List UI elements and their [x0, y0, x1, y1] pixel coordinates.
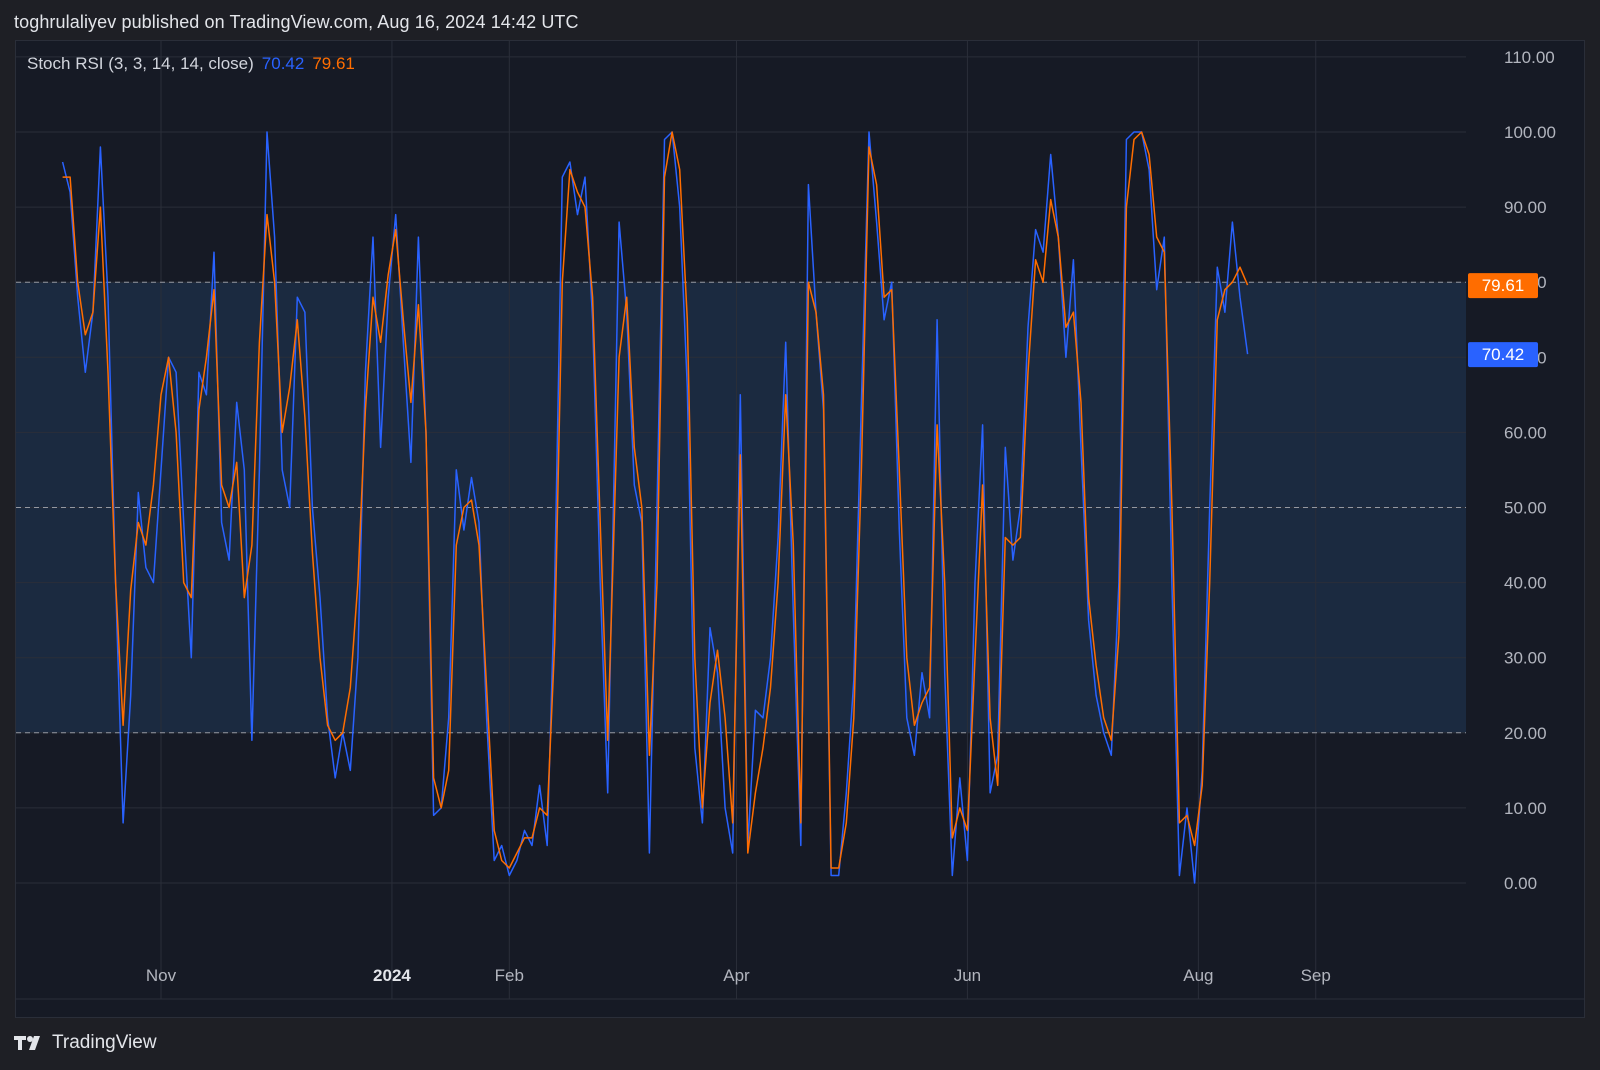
y-tick-label: 60.00 — [1504, 423, 1547, 442]
y-tick-label: 90.00 — [1504, 198, 1547, 217]
y-tick-label: 0.00 — [1504, 874, 1537, 893]
x-tick-label: 2024 — [373, 966, 411, 985]
y-tick-label: 10.00 — [1504, 799, 1547, 818]
indicator-title: Stoch RSI (3, 3, 14, 14, close) — [27, 54, 254, 73]
x-tick-label: Feb — [495, 966, 524, 985]
y-tick-label: 40.00 — [1504, 574, 1547, 593]
indicator-legend[interactable]: Stoch RSI (3, 3, 14, 14, close) 70.42 79.6… — [27, 54, 355, 74]
published-text: toghrulaliyev published on TradingView.c… — [14, 12, 579, 32]
d-last-value-tag-text: 79.61 — [1482, 276, 1525, 295]
y-tick-label: 50.00 — [1504, 499, 1547, 518]
footer-branding[interactable]: TradingView — [14, 1032, 157, 1054]
x-tick-label: Nov — [146, 966, 177, 985]
d-value-label: 79.61 — [312, 54, 355, 73]
y-tick-label: 30.00 — [1504, 649, 1547, 668]
x-tick-label: Apr — [723, 966, 750, 985]
k-last-value-tag-text: 70.42 — [1482, 345, 1525, 364]
x-tick-label: Sep — [1301, 966, 1331, 985]
chart-canvas[interactable]: 110.00100.0090.0080.0070.0060.0050.0040.… — [16, 41, 1584, 1017]
stoch-rsi-chart[interactable]: 110.00100.0090.0080.0070.0060.0050.0040.… — [15, 40, 1585, 1018]
x-tick-label: Aug — [1183, 966, 1213, 985]
y-tick-label: 110.00 — [1504, 48, 1555, 67]
x-tick-label: Jun — [954, 966, 981, 985]
published-caption: toghrulaliyev published on TradingView.c… — [14, 12, 579, 33]
footer-brand-text: TradingView — [52, 1032, 157, 1053]
tradingview-logo-icon — [14, 1036, 40, 1050]
y-tick-label: 20.00 — [1504, 724, 1547, 743]
k-value-label: 70.42 — [261, 54, 305, 73]
y-tick-label: 100.00 — [1504, 123, 1556, 142]
